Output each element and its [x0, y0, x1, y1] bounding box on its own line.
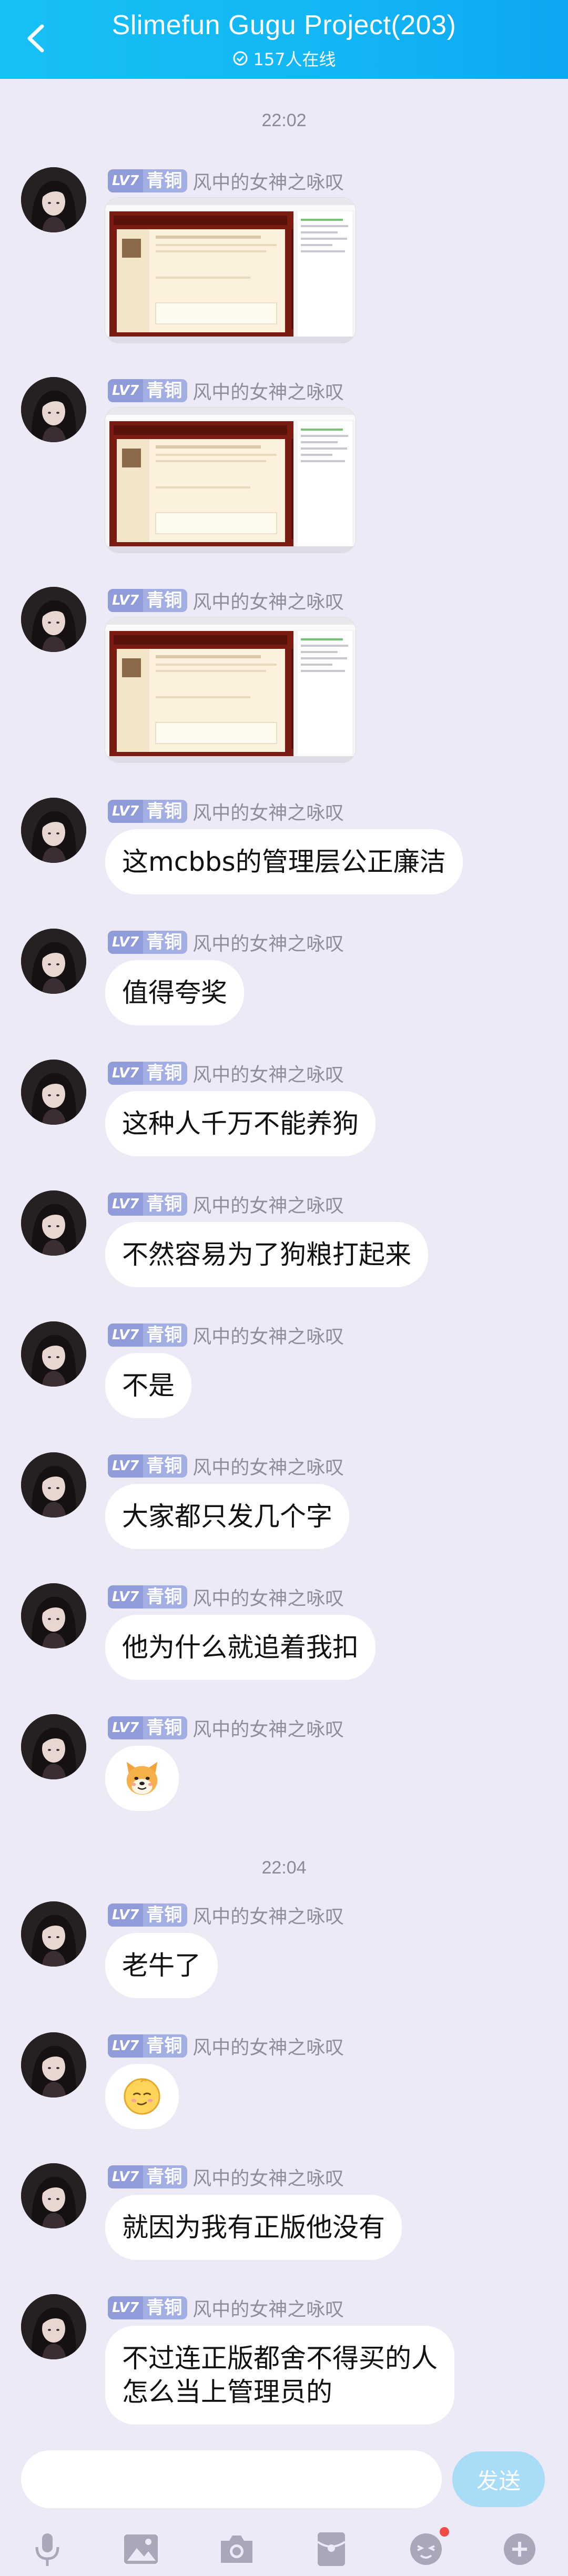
- sender-nickname[interactable]: 风中的女神之咏叹: [192, 2163, 344, 2191]
- level-badge: LV7 青铜: [108, 379, 188, 402]
- sender-meta: LV7 青铜 风中的女神之咏叹: [108, 1061, 344, 1086]
- sender-meta: LV7 青铜 风中的女神之咏叹: [108, 1902, 344, 1928]
- sender-meta: LV7 青铜 风中的女神之咏叹: [108, 168, 344, 194]
- avatar[interactable]: [21, 798, 86, 863]
- message-input[interactable]: [21, 2450, 442, 2508]
- sender-meta: LV7 青铜 风中的女神之咏叹: [108, 1322, 344, 1348]
- level-badge: LV7 青铜: [108, 1193, 188, 1216]
- emoji-icon[interactable]: [406, 2527, 449, 2569]
- image-message[interactable]: [105, 617, 356, 762]
- sender-meta: LV7 青铜 风中的女神之咏叹: [108, 2164, 344, 2190]
- text-bubble[interactable]: 这mcbbs的管理层公正廉洁: [105, 829, 463, 894]
- group-title[interactable]: Slimefun Gugu Project(203): [0, 9, 568, 41]
- avatar[interactable]: [21, 1060, 86, 1125]
- text-bubble[interactable]: 就因为我有正版他没有: [105, 2195, 402, 2260]
- avatar[interactable]: [21, 1452, 86, 1518]
- sender-nickname[interactable]: 风中的女神之咏叹: [192, 377, 344, 404]
- level-badge: LV7 青铜: [108, 1585, 188, 1608]
- avatar[interactable]: [21, 929, 86, 994]
- send-button[interactable]: 发送: [452, 2451, 545, 2507]
- level-badge: LV7 青铜: [108, 2034, 188, 2058]
- camera-icon[interactable]: [217, 2529, 257, 2569]
- sender-meta: LV7 青铜 风中的女神之咏叹: [108, 2033, 344, 2059]
- level-badge: LV7 青铜: [108, 1716, 188, 1739]
- sender-nickname[interactable]: 风中的女神之咏叹: [192, 929, 344, 956]
- online-count: 157人在线: [253, 49, 336, 69]
- sender-nickname[interactable]: 风中的女神之咏叹: [192, 1452, 344, 1480]
- avatar[interactable]: [21, 1714, 86, 1779]
- level-badge: LV7 青铜: [108, 2296, 188, 2319]
- avatar[interactable]: [21, 587, 86, 652]
- sender-nickname[interactable]: 风中的女神之咏叹: [192, 167, 344, 195]
- sender-nickname[interactable]: 风中的女神之咏叹: [192, 1583, 344, 1611]
- toolbar: [0, 2527, 568, 2571]
- image-message[interactable]: [105, 198, 356, 343]
- sender-nickname[interactable]: 风中的女神之咏叹: [192, 798, 344, 825]
- text-bubble[interactable]: 他为什么就追着我扣: [105, 1615, 376, 1680]
- avatar[interactable]: [21, 1190, 86, 1256]
- sender-nickname[interactable]: 风中的女神之咏叹: [192, 1901, 344, 1929]
- check-circle-icon: [233, 51, 248, 66]
- avatar[interactable]: [21, 2163, 86, 2228]
- text-bubble[interactable]: 不过连正版都舍不得买的人 怎么当上管理员的: [105, 2326, 454, 2425]
- sender-meta: LV7 青铜 风中的女神之咏叹: [108, 588, 344, 613]
- level-badge: LV7 青铜: [108, 1062, 188, 1085]
- sender-meta: LV7 青铜 风中的女神之咏叹: [108, 1715, 344, 1740]
- emoji-bubble[interactable]: [105, 2064, 179, 2129]
- chat-header: Slimefun Gugu Project(203) 157人在线: [0, 0, 568, 79]
- avatar[interactable]: [21, 2294, 86, 2359]
- sender-meta: LV7 青铜 风中的女神之咏叹: [108, 930, 344, 955]
- level-badge: LV7 青铜: [108, 2165, 188, 2188]
- sender-meta: LV7 青铜 风中的女神之咏叹: [108, 2295, 344, 2320]
- emoji-bubble[interactable]: [105, 1746, 179, 1811]
- sender-nickname[interactable]: 风中的女神之咏叹: [192, 587, 344, 614]
- sender-meta: LV7 青铜 风中的女神之咏叹: [108, 1453, 344, 1479]
- avatar[interactable]: [21, 1901, 86, 1967]
- smug-face-emoji-icon: [124, 2078, 160, 2115]
- avatar[interactable]: [21, 167, 86, 232]
- text-bubble[interactable]: 大家都只发几个字: [105, 1484, 349, 1549]
- text-bubble[interactable]: 值得夸奖: [105, 960, 244, 1025]
- sender-nickname[interactable]: 风中的女神之咏叹: [192, 2032, 344, 2060]
- sender-nickname[interactable]: 风中的女神之咏叹: [192, 1190, 344, 1218]
- sender-nickname[interactable]: 风中的女神之咏叹: [192, 1321, 344, 1349]
- image-message[interactable]: [105, 408, 356, 553]
- avatar[interactable]: [21, 377, 86, 442]
- level-badge: LV7 青铜: [108, 169, 188, 192]
- sender-meta: LV7 青铜 风中的女神之咏叹: [108, 799, 344, 824]
- text-line: 不过连正版都舍不得买的人: [122, 2343, 438, 2374]
- level-badge: LV7 青铜: [108, 1454, 188, 1478]
- text-bubble[interactable]: 不然容易为了狗粮打起来: [105, 1222, 428, 1287]
- level-badge: LV7 青铜: [108, 931, 188, 954]
- sender-nickname[interactable]: 风中的女神之咏叹: [192, 1060, 344, 1087]
- doge-emoji-icon: [126, 1762, 158, 1795]
- text-bubble[interactable]: 老牛了: [105, 1933, 218, 1998]
- sender-nickname[interactable]: 风中的女神之咏叹: [192, 1714, 344, 1742]
- level-badge: LV7 青铜: [108, 1323, 188, 1347]
- text-line: 怎么当上管理员的: [122, 2377, 332, 2407]
- sender-meta: LV7 青铜 风中的女神之咏叹: [108, 1584, 344, 1610]
- input-bar: 发送: [0, 2429, 568, 2576]
- level-badge: LV7 青铜: [108, 589, 188, 612]
- text-bubble[interactable]: 不是: [105, 1353, 191, 1418]
- sender-meta: LV7 青铜 风中的女神之咏叹: [108, 378, 344, 403]
- avatar[interactable]: [21, 1583, 86, 1648]
- red-packet-icon[interactable]: [311, 2529, 351, 2569]
- picture-icon[interactable]: [121, 2529, 161, 2569]
- timestamp: 22:02: [261, 110, 307, 130]
- level-badge: LV7 青铜: [108, 800, 188, 823]
- microphone-icon[interactable]: [27, 2529, 67, 2569]
- avatar[interactable]: [21, 2032, 86, 2098]
- sender-meta: LV7 青铜 风中的女神之咏叹: [108, 1192, 344, 1217]
- avatar[interactable]: [21, 1321, 86, 1387]
- notification-dot: [440, 2527, 449, 2537]
- online-status: 157人在线: [0, 46, 568, 70]
- plus-icon[interactable]: [500, 2529, 540, 2569]
- sender-nickname[interactable]: 风中的女神之咏叹: [192, 2294, 344, 2322]
- level-badge: LV7 青铜: [108, 1903, 188, 1927]
- text-bubble[interactable]: 这种人千万不能养狗: [105, 1091, 376, 1156]
- timestamp: 22:04: [261, 1858, 307, 1878]
